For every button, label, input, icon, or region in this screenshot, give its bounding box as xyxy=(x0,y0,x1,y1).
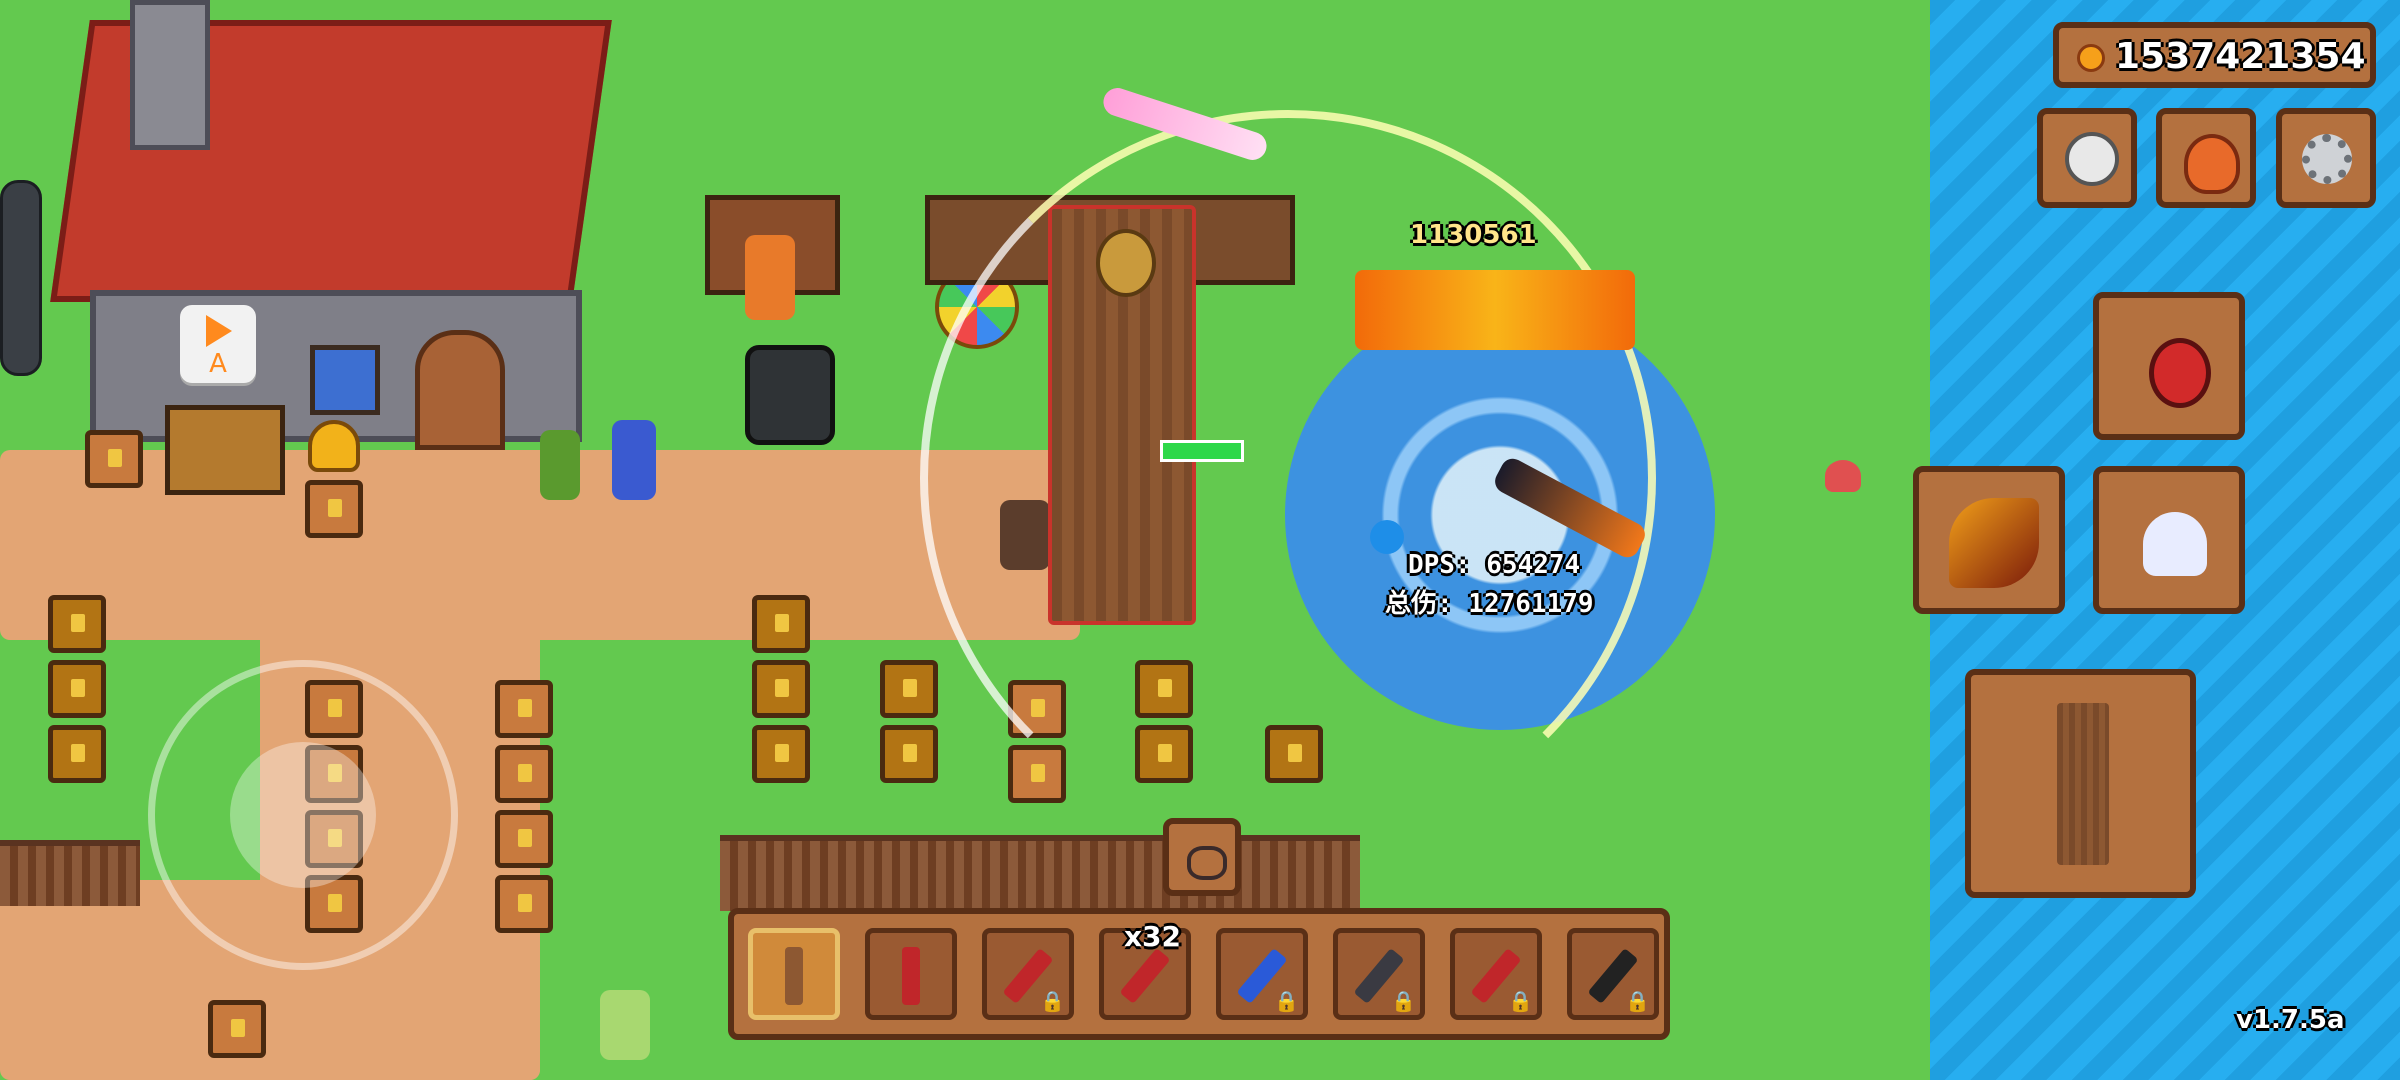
rune-stone[interactable] xyxy=(0,180,42,376)
version-label: v1.7.5a xyxy=(2236,1005,2345,1035)
weapon-slot[interactable] xyxy=(865,928,957,1020)
joystick-knob[interactable] xyxy=(230,742,376,888)
treasure-chest[interactable] xyxy=(305,480,363,538)
skull-icon xyxy=(2065,132,2119,186)
weapon-slot[interactable] xyxy=(748,928,840,1020)
dps-readout: DPS: 654274 xyxy=(1408,550,1581,580)
weapon-count-badge: x32 xyxy=(1124,920,1182,953)
settings-gear-icon xyxy=(2302,134,2352,184)
red-blade-weapon-icon xyxy=(902,947,920,1005)
play-button-letter: A xyxy=(209,349,227,379)
trophy-icon[interactable] xyxy=(308,420,360,472)
ghost-dash-skill-slot[interactable] xyxy=(2093,466,2245,614)
fence xyxy=(0,840,140,906)
weapon-slot[interactable]: 🔒 xyxy=(1216,928,1308,1020)
treasure-chest[interactable] xyxy=(48,595,106,653)
settings-button[interactable] xyxy=(2276,108,2376,208)
chimney xyxy=(130,0,210,150)
treasure-chest[interactable] xyxy=(85,430,143,488)
treasure-chest[interactable] xyxy=(495,680,553,738)
npc-girl[interactable] xyxy=(600,990,650,1060)
lock-icon: 🔒 xyxy=(1625,989,1650,1013)
loot-bag-icon xyxy=(2184,134,2240,194)
treasure-chest[interactable] xyxy=(495,875,553,933)
weapon-slot[interactable]: 🔒 xyxy=(1333,928,1425,1020)
treasure-chest[interactable] xyxy=(752,660,810,718)
pouch-icon xyxy=(1187,846,1227,880)
treasure-chest[interactable] xyxy=(48,725,106,783)
weapon-slot[interactable]: 🔒 xyxy=(1450,928,1542,1020)
treasure-chest[interactable] xyxy=(752,595,810,653)
floating-damage-number: 1130561 xyxy=(1410,220,1537,250)
fire-burst xyxy=(1355,270,1635,350)
joystick-base[interactable] xyxy=(148,660,458,970)
treasure-chest[interactable] xyxy=(880,660,938,718)
blue-orb xyxy=(1370,520,1404,554)
weapon-slot[interactable]: 🔒 xyxy=(1567,928,1659,1020)
npc-elf[interactable] xyxy=(540,430,580,500)
house-window xyxy=(310,345,380,415)
red-sword-weapon-icon xyxy=(1119,947,1171,1005)
fence xyxy=(720,835,1360,911)
weapon-pouch-button[interactable] xyxy=(1163,818,1241,896)
treasure-chest[interactable] xyxy=(880,725,938,783)
health-potion-icon xyxy=(2149,338,2211,408)
potion-slot[interactable] xyxy=(2093,292,2245,440)
lock-icon: 🔒 xyxy=(1508,989,1533,1013)
npc-villager[interactable] xyxy=(612,420,656,500)
treasure-chest[interactable] xyxy=(48,660,106,718)
ghost-dash-skill-icon xyxy=(2143,512,2207,576)
play-icon xyxy=(206,315,232,347)
wooden-plank-weapon-icon xyxy=(785,947,803,1005)
treasure-chest[interactable] xyxy=(495,810,553,868)
house-door[interactable] xyxy=(415,330,505,450)
loot-bag-button[interactable] xyxy=(2156,108,2256,208)
skull-button[interactable] xyxy=(2037,108,2137,208)
weapon-slot[interactable]: 🔒 xyxy=(982,928,1074,1020)
coin-icon xyxy=(2077,44,2105,72)
npc-blacksmith[interactable] xyxy=(745,235,795,320)
fire-claw-skill-icon xyxy=(1949,498,2039,588)
lock-icon: 🔒 xyxy=(1391,989,1416,1013)
treasure-chest[interactable] xyxy=(752,725,810,783)
gold-counter: 1537421354 xyxy=(2053,22,2376,88)
treasure-chest[interactable] xyxy=(495,745,553,803)
mailbox-cart[interactable] xyxy=(165,405,285,495)
gold-amount: 1537421354 xyxy=(2115,36,2366,77)
training-dummy-icon xyxy=(2057,703,2109,865)
fire-claw-skill-slot[interactable] xyxy=(1913,466,2065,614)
lock-icon: 🔒 xyxy=(1040,989,1065,1013)
treasure-chest[interactable] xyxy=(208,1000,266,1058)
play-button[interactable]: A xyxy=(180,305,256,383)
target-select-slot[interactable] xyxy=(1965,669,2196,898)
mushroom xyxy=(1825,460,1861,492)
total-damage-readout: 总伤: 12761179 xyxy=(1385,589,1594,619)
cooking-pot[interactable] xyxy=(745,345,835,445)
lock-icon: 🔒 xyxy=(1274,989,1299,1013)
